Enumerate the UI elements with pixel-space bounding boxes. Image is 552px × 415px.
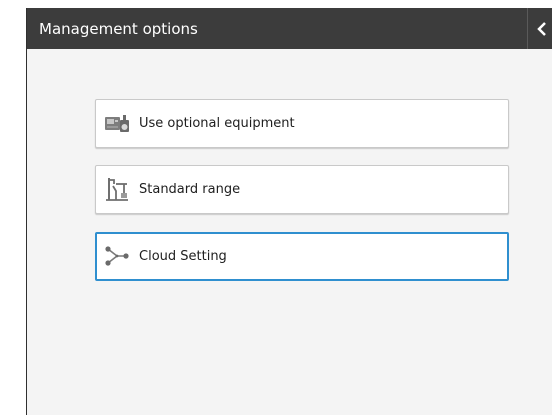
title-bar-button[interactable] bbox=[531, 8, 552, 49]
cloud-setting-icon bbox=[104, 243, 130, 269]
option-label: Cloud Setting bbox=[139, 249, 227, 264]
option-label: Standard range bbox=[139, 182, 241, 197]
title-bar-action-icon bbox=[537, 22, 546, 36]
standard-range-icon bbox=[104, 176, 130, 202]
management-options-window: Management options Use optional equipmen… bbox=[26, 8, 552, 415]
optional-equipment-icon bbox=[104, 110, 130, 136]
title-bar: Management options bbox=[27, 8, 552, 49]
option-use-optional-equipment[interactable]: Use optional equipment bbox=[95, 99, 509, 148]
option-label: Use optional equipment bbox=[139, 116, 295, 131]
title-bar-divider bbox=[527, 8, 528, 49]
option-cloud-setting[interactable]: Cloud Setting bbox=[95, 232, 509, 281]
window-title: Management options bbox=[39, 20, 198, 38]
option-standard-range[interactable]: Standard range bbox=[95, 165, 509, 214]
